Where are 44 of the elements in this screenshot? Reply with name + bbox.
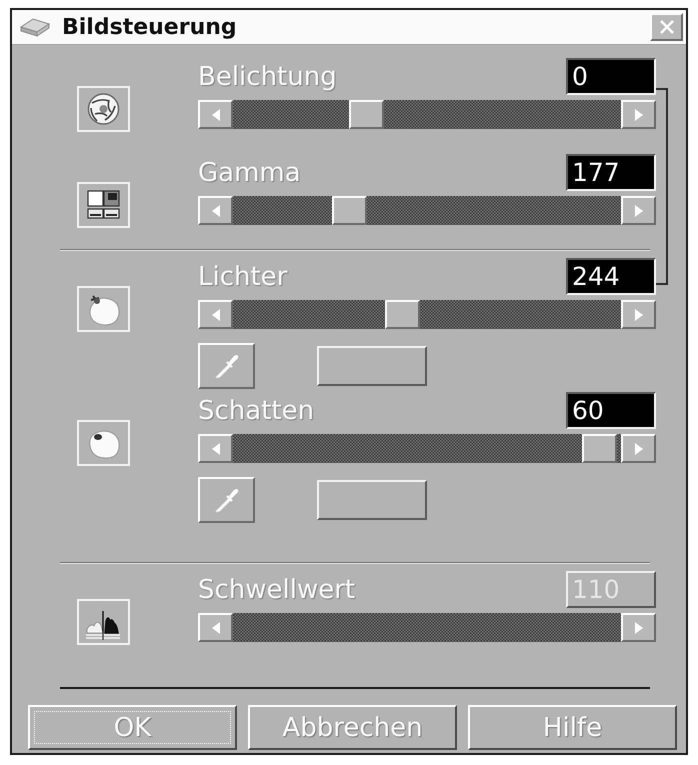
left-arrow-icon	[212, 308, 220, 320]
slider-label: Gamma	[198, 158, 301, 188]
eyedropper-icon	[214, 354, 238, 378]
value-field[interactable]: 60	[566, 392, 656, 429]
slider-label: Schatten	[198, 396, 314, 426]
eyedropper-button[interactable]	[198, 343, 255, 389]
slider-label: Schwellwert	[198, 574, 356, 604]
scroll-left-button[interactable]	[198, 100, 233, 129]
slider-thumb[interactable]	[384, 300, 420, 329]
scroll-right-button[interactable]	[621, 100, 656, 129]
aperture-icon	[77, 86, 130, 132]
slider-thumb[interactable]	[349, 100, 384, 129]
right-arrow-icon	[634, 442, 642, 454]
slider-thumb[interactable]	[332, 196, 367, 225]
value-field[interactable]: 0	[566, 58, 656, 95]
scroll-left-button[interactable]	[198, 196, 233, 225]
left-arrow-icon	[212, 108, 220, 120]
apple-icon	[77, 420, 130, 466]
histogram-icon	[77, 599, 130, 645]
left-arrow-icon	[212, 204, 220, 216]
scroll-right-button[interactable]	[621, 434, 656, 463]
left-arrow-icon	[212, 622, 220, 634]
scroll-right-button[interactable]	[621, 196, 656, 225]
scroll-left-button[interactable]	[198, 434, 233, 463]
window-title: Bildsteuerung	[62, 14, 238, 40]
eyedropper-icon	[214, 488, 238, 512]
value-field[interactable]: 177	[566, 154, 656, 191]
scroll-left-button[interactable]	[198, 300, 233, 329]
scroll-right-button[interactable]	[621, 300, 656, 329]
right-arrow-icon	[634, 204, 642, 216]
right-arrow-icon	[634, 308, 642, 320]
close-button[interactable]	[650, 13, 683, 41]
eyedropper-button[interactable]	[198, 477, 255, 523]
left-arrow-icon	[212, 442, 220, 454]
slider-label: Lichter	[198, 262, 288, 292]
value-field[interactable]: 244	[566, 258, 656, 295]
right-arrow-icon	[634, 622, 642, 634]
apple-icon	[77, 286, 130, 332]
slider-thumb[interactable]	[582, 434, 618, 463]
slider-label: Belichtung	[198, 62, 337, 92]
split-image-icon	[77, 182, 130, 228]
app-icon	[20, 18, 50, 36]
right-arrow-icon	[634, 108, 642, 120]
close-icon	[658, 20, 674, 34]
